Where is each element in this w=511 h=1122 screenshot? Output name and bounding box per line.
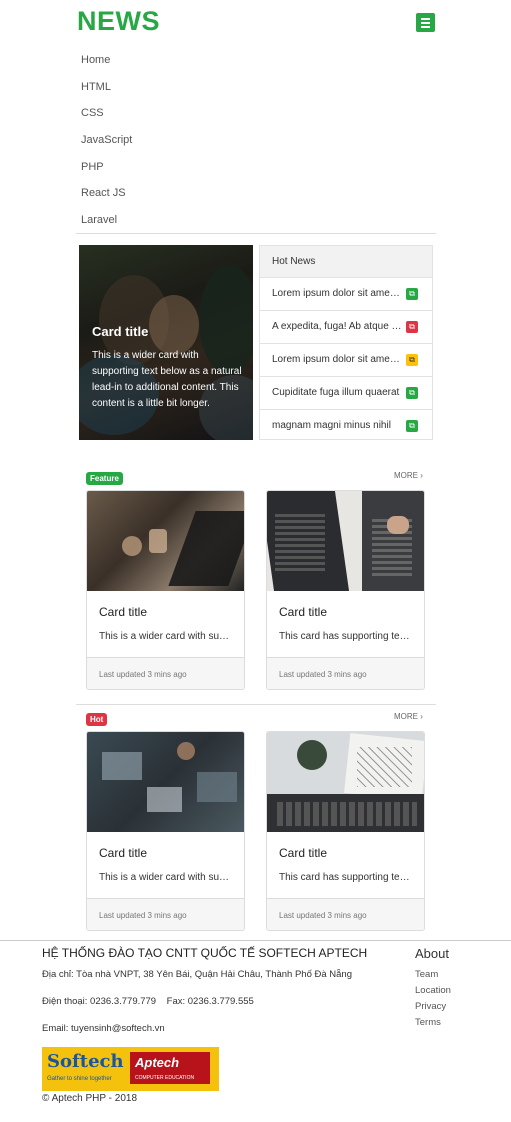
card-image[interactable] [267,732,424,832]
softech-aptech-logo: Softech Gather to shine together Aptech … [42,1047,219,1091]
chevron-right-icon: › [420,712,423,721]
nav-item-laravel[interactable]: Laravel [81,214,117,226]
hot-news-heading: Hot News [259,245,433,278]
hot-news-item[interactable]: Cupiditate fuga illum quaerat ⧉ [259,377,433,410]
news-card[interactable]: Card title This is a wider card with sup… [86,490,245,690]
footer-divider [0,940,511,941]
nav-item-css[interactable]: CSS [81,107,104,119]
hot-news-item-text[interactable]: magnam magni minus nihil [272,420,402,431]
card-title[interactable]: Card title [99,605,147,619]
softech-logo-slogan: Gather to shine together [47,1076,112,1082]
card-image[interactable] [87,491,244,591]
card-text: This is a wider card with supporting tex… [99,872,231,883]
card-footer: Last updated 3 mins ago [267,657,424,689]
news-badge-icon: ⧉ [406,288,418,300]
news-card[interactable]: Card title This is a wider card with sup… [86,731,245,931]
card-text: This card has supporting text below [279,872,411,883]
news-badge-icon: ⧉ [406,354,418,366]
footer-email[interactable]: Email: tuyensinh@softech.vn [42,1023,165,1034]
card-footer: Last updated 3 mins ago [87,657,244,689]
hot-news-item-text[interactable]: A expedita, fuga! Ab atque quas [272,321,402,332]
hot-news-item-text[interactable]: Lorem ipsum dolor sit amet consectetur [272,354,402,365]
news-card[interactable]: Card title This card has supporting text… [266,490,425,690]
card-text: This card has supporting text below [279,631,411,642]
news-card[interactable]: Card title This card has supporting text… [266,731,425,931]
aptech-logo-slogan: COMPUTER EDUCATION [135,1075,195,1081]
brand-logo[interactable]: NEWS [77,6,160,37]
card-image[interactable] [267,491,424,591]
hot-news-item[interactable]: A expedita, fuga! Ab atque quas ⧉ [259,311,433,344]
softech-logo-text: Softech [47,1051,124,1072]
more-link[interactable]: MORE › [394,471,423,480]
section-tag-feature: Feature [86,472,123,485]
chevron-right-icon: › [420,471,423,480]
about-link-terms[interactable]: Terms [415,1017,441,1028]
hot-news-item-text[interactable]: Lorem ipsum dolor sit amet consectetur [272,288,402,299]
footer-phone: Điện thoại: 0236.3.779.779 Fax: 0236.3.7… [42,996,254,1007]
nav-item-home[interactable]: Home [81,54,110,66]
card-image[interactable] [87,732,244,832]
hot-news-item[interactable]: Lorem ipsum dolor sit amet consectetur ⧉ [259,344,433,377]
card-title[interactable]: Card title [279,846,327,860]
nav-item-html[interactable]: HTML [81,81,111,93]
card-footer: Last updated 3 mins ago [267,898,424,930]
section-tag-hot: Hot [86,713,108,726]
menu-toggle-button[interactable] [416,13,435,32]
aptech-logo-text: Aptech [135,1055,180,1070]
card-footer: Last updated 3 mins ago [87,898,244,930]
card-title[interactable]: Card title [99,846,147,860]
nav-item-javascript[interactable]: JavaScript [81,134,132,146]
about-link-privacy[interactable]: Privacy [415,1001,446,1012]
hot-news-list: Hot News Lorem ipsum dolor sit amet cons… [259,245,433,440]
nav-item-reactjs[interactable]: React JS [81,187,126,199]
about-link-location[interactable]: Location [415,985,451,996]
section-divider [76,704,436,705]
hero-card-text: This is a wider card with supporting tex… [92,350,242,409]
card-title[interactable]: Card title [279,605,327,619]
copyright-text: © Aptech PHP - 2018 [42,1093,138,1104]
footer-address: Địa chỉ: Tòa nhà VNPT, 38 Yên Bái, Quận … [42,969,352,980]
news-badge-icon: ⧉ [406,387,418,399]
hot-news-item-text[interactable]: Cupiditate fuga illum quaerat [272,387,402,398]
more-link[interactable]: MORE › [394,712,423,721]
hot-news-item[interactable]: Lorem ipsum dolor sit amet consectetur ⧉ [259,278,433,311]
nav-divider [76,233,436,234]
news-badge-icon: ⧉ [406,420,418,432]
hero-card-title[interactable]: Card title [92,324,148,339]
news-badge-icon: ⧉ [406,321,418,333]
footer-company-title: HỆ THỐNG ĐÀO TẠO CNTT QUỐC TẾ SOFTECH AP… [42,946,368,960]
hot-news-item[interactable]: magnam magni minus nihil ⧉ [259,410,433,440]
card-text: This is a wider card with supporting tex… [99,631,231,642]
nav-item-php[interactable]: PHP [81,161,104,173]
about-link-team[interactable]: Team [415,969,438,980]
about-heading: About [415,946,449,961]
